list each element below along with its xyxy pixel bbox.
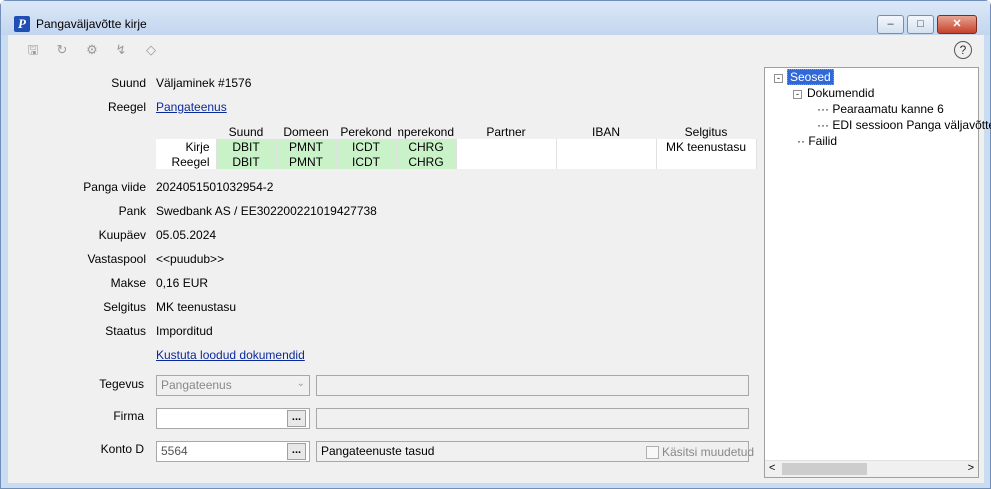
toolbar: 🖫 ↻ ⚙ ↯ ◇ ?	[8, 35, 984, 65]
table-cell	[556, 154, 657, 169]
reegel-label: Reegel	[107, 100, 146, 114]
konto-label: Konto D	[100, 442, 144, 456]
staatus-label: Staatus	[105, 324, 146, 338]
vastaspool-value: <<puudub>>	[156, 252, 225, 266]
table-row: Reegel DBIT PMNT ICDT CHRG	[156, 154, 757, 169]
selgitus-label: Selgitus	[103, 300, 146, 314]
row-label: Reegel	[156, 154, 217, 169]
tree-node-document[interactable]: ··· Pearaamatu kanne 6	[817, 102, 944, 116]
table-cell	[456, 154, 557, 169]
kuupaev-value: 05.05.2024	[156, 228, 217, 242]
minimize-button[interactable]: –	[877, 15, 904, 34]
table-cell: MK teenustasu	[656, 139, 757, 154]
tag-icon[interactable]: ◇	[143, 42, 159, 58]
vastaspool-label: Vastaspool	[87, 252, 146, 266]
staatus-value: Imporditud	[156, 324, 213, 338]
tree-node-dokumendid[interactable]: Dokumendid	[807, 86, 874, 100]
kuupaev-label: Kuupäev	[98, 228, 146, 242]
suund-value: Väljaminek #1576	[156, 76, 252, 90]
delete-documents-link[interactable]: Kustuta loodud dokumendid	[156, 348, 305, 362]
window-title: Pangaväljavõtte kirje	[36, 17, 147, 31]
header-iban: IBAN	[591, 124, 620, 139]
manual-label: Käsitsi muudetud	[662, 445, 755, 459]
collapse-icon[interactable]: -	[774, 74, 783, 83]
panga-viide-label: Panga viide	[83, 180, 146, 194]
row-label: Kirje	[156, 139, 217, 154]
manual-checkbox[interactable]	[646, 446, 659, 459]
window: P Pangaväljavõtte kirje – □ ✕ 🖫 ↻ ⚙ ↯ ◇ …	[0, 0, 991, 489]
table-cell: CHRG	[396, 154, 457, 169]
firma-label: Firma	[113, 409, 144, 423]
rule-table: Suund Domeen Perekond Alamperekond Partn…	[156, 124, 757, 169]
table-cell	[656, 154, 757, 169]
table-cell: ICDT	[336, 139, 397, 154]
pank-label: Pank	[118, 204, 146, 218]
konto-lookup-button[interactable]: ...	[287, 443, 306, 460]
table-row: Kirje DBIT PMNT ICDT CHRG MK teenustasu	[156, 139, 757, 154]
firma-description-field	[316, 408, 749, 429]
header-selgitus: Selgitus	[684, 124, 728, 139]
table-cell: ICDT	[336, 154, 397, 169]
tree-node-failid[interactable]: ·· Failid	[797, 134, 837, 148]
table-cell: DBIT	[216, 154, 277, 169]
table-cell: DBIT	[216, 139, 277, 154]
maximize-button[interactable]: □	[907, 15, 934, 34]
firma-lookup-button[interactable]: ...	[287, 410, 306, 427]
scroll-left-icon[interactable]: <	[769, 462, 775, 474]
collapse-icon[interactable]: -	[793, 90, 802, 99]
header-partner: Partner	[486, 124, 526, 139]
save-icon[interactable]: 🖫	[25, 42, 41, 58]
scrollbar-thumb[interactable]	[782, 463, 867, 475]
relations-tree: - Seosed - Dokumendid ··· Pearaamatu kan…	[764, 67, 991, 478]
tegevus-description-field	[316, 375, 749, 396]
chevron-down-icon: ⌄	[296, 378, 305, 389]
refresh-icon[interactable]: ↻	[54, 42, 70, 58]
suund-label: Suund	[111, 76, 146, 90]
tegevus-select[interactable]: Pangateenus ⌄	[156, 375, 310, 396]
table-header: Suund Domeen Perekond Alamperekond Partn…	[156, 124, 756, 139]
makse-label: Makse	[110, 276, 146, 290]
table-cell	[556, 139, 657, 154]
close-button[interactable]: ✕	[937, 15, 977, 34]
header-suund: Suund	[228, 124, 264, 139]
tree-node-seosed[interactable]: Seosed	[787, 69, 834, 85]
header-perekond: Perekond	[340, 124, 392, 139]
scroll-right-icon[interactable]: >	[968, 462, 974, 474]
selgitus-value: MK teenustasu	[156, 300, 237, 314]
tree-node-document[interactable]: ··· EDI sessioon Panga väljavõtte	[817, 118, 991, 132]
header-domeen: Domeen	[283, 124, 329, 139]
makse-value: 0,16 EUR	[156, 276, 209, 290]
settings-icon[interactable]: ⚙	[84, 42, 100, 58]
header-alamperekond: Alamperekond	[398, 124, 454, 139]
table-cell	[456, 139, 557, 154]
pank-value: Swedbank AS / EE302200221019427738	[156, 204, 377, 218]
table-cell: PMNT	[276, 154, 337, 169]
panga-viide-value: 2024051501032954-2	[156, 180, 274, 194]
horizontal-scrollbar[interactable]: < >	[765, 460, 978, 477]
tegevus-label: Tegevus	[99, 377, 144, 391]
reegel-link[interactable]: Pangateenus	[156, 100, 227, 114]
table-cell: PMNT	[276, 139, 337, 154]
help-icon[interactable]: ?	[954, 41, 972, 59]
title-bar: P Pangaväljavõtte kirje – □ ✕	[1, 1, 990, 35]
app-icon: P	[14, 16, 30, 32]
client-area: 🖫 ↻ ⚙ ↯ ◇ ? Suund Väljaminek #1576 Reege…	[8, 35, 991, 483]
table-cell: CHRG	[396, 139, 457, 154]
lightning-icon[interactable]: ↯	[113, 42, 129, 58]
